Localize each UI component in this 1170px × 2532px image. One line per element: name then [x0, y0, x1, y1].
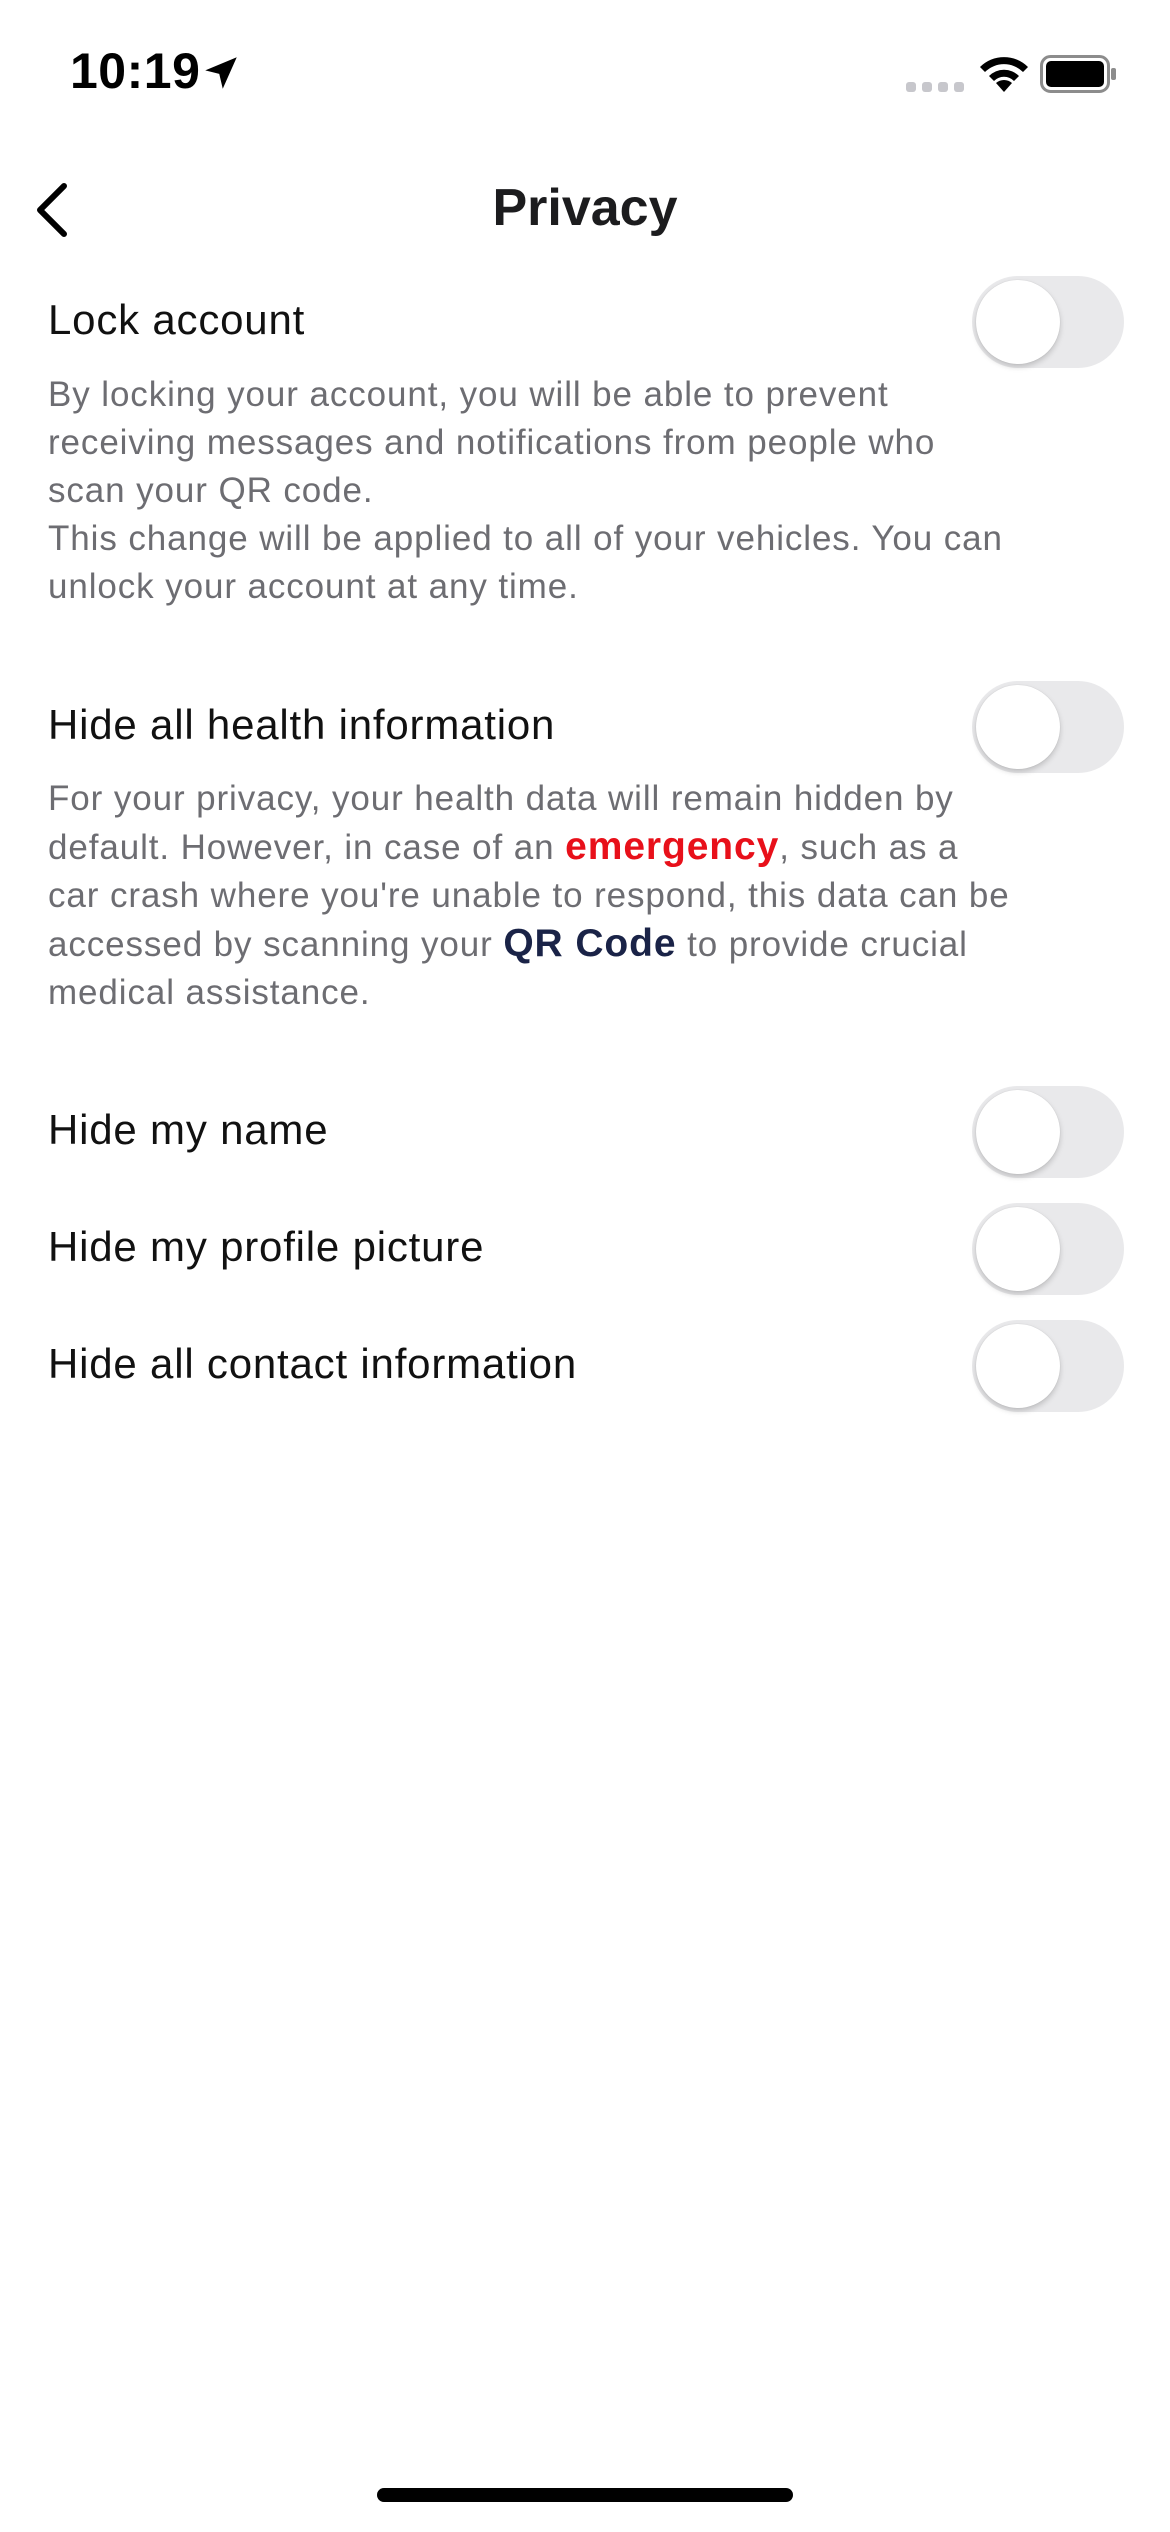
nav-bar: Privacy: [0, 150, 1170, 270]
page-title: Privacy: [492, 179, 678, 237]
lock-account-setting: Lock account By locking your account, yo…: [48, 276, 1124, 616]
qr-code-emphasis: QR Code: [503, 922, 677, 965]
hide-profile-picture-label: Hide my profile picture: [48, 1223, 485, 1270]
toggle-knob: [976, 280, 1060, 364]
description-line: unlock your account at any time.: [48, 567, 579, 606]
description-line: accessed by scanning your QR Code to pro…: [48, 920, 1108, 969]
hide-health-description: For your privacy, your health data will …: [48, 775, 1108, 1017]
toggle-knob: [976, 1324, 1060, 1408]
wifi-icon: [980, 57, 1028, 92]
toggle-knob: [976, 1090, 1060, 1174]
description-line: For your privacy, your health data will …: [48, 779, 954, 818]
lock-account-label: Lock account: [48, 296, 306, 343]
lock-account-toggle[interactable]: [972, 276, 1124, 368]
hide-name-setting: Hide my name: [48, 1086, 1124, 1178]
emergency-emphasis: emergency: [565, 825, 780, 868]
hide-profile-picture-toggle[interactable]: [972, 1203, 1124, 1295]
hide-health-toggle[interactable]: [972, 681, 1124, 773]
hide-name-toggle[interactable]: [972, 1086, 1124, 1178]
description-line: car crash where you're unable to respond…: [48, 876, 1010, 915]
hide-health-label: Hide all health information: [48, 701, 556, 748]
description-line: By locking your account, you will be abl…: [48, 375, 889, 414]
battery-icon: [1040, 55, 1116, 93]
status-time: 10:19: [70, 43, 201, 99]
description-line: receiving messages and notifications fro…: [48, 423, 936, 462]
description-text: default. However, in case of an: [48, 828, 566, 867]
location-arrow-icon: [205, 57, 237, 89]
home-indicator[interactable]: [377, 2488, 793, 2502]
description-line: This change will be applied to all of yo…: [48, 519, 1003, 558]
hide-contact-toggle[interactable]: [972, 1320, 1124, 1412]
description-text: to provide crucial: [676, 925, 968, 964]
hide-health-setting: Hide all health information For your pri…: [48, 681, 1124, 1021]
toggle-knob: [976, 685, 1060, 769]
toggle-knob: [976, 1207, 1060, 1291]
description-line: default. However, in case of an emergenc…: [48, 823, 1108, 872]
hide-name-label: Hide my name: [48, 1106, 329, 1153]
hide-profile-picture-setting: Hide my profile picture: [48, 1203, 1124, 1295]
hide-contact-label: Hide all contact information: [48, 1340, 577, 1387]
status-bar: 10:19: [0, 0, 1170, 150]
description-line: scan your QR code.: [48, 471, 374, 510]
description-text: accessed by scanning your: [48, 925, 504, 964]
cellular-signal-icon: [906, 82, 964, 92]
hide-contact-setting: Hide all contact information: [48, 1320, 1124, 1412]
lock-account-description: By locking your account, you will be abl…: [48, 371, 1108, 611]
description-line: medical assistance.: [48, 973, 371, 1012]
description-text: , such as a: [779, 828, 959, 867]
